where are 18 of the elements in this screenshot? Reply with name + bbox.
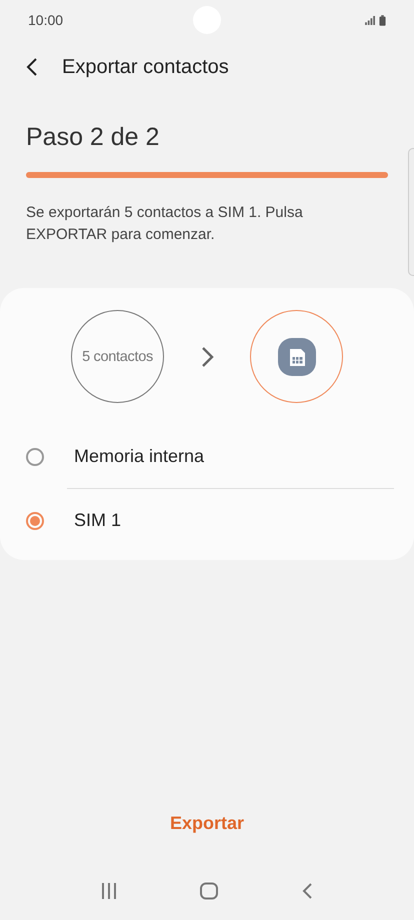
chevron-right-icon bbox=[200, 346, 214, 368]
page-title: Exportar contactos bbox=[62, 56, 229, 78]
radio-button[interactable] bbox=[26, 512, 44, 530]
recent-apps-icon[interactable] bbox=[101, 882, 117, 900]
sim-card-icon bbox=[278, 338, 316, 376]
description-text: Se exportarán 5 contactos a SIM 1. Pulsa EXPORTAR para comenzar. bbox=[26, 203, 304, 245]
status-time: 10:00 bbox=[28, 12, 64, 28]
signal-icon bbox=[365, 16, 376, 24]
back-icon[interactable] bbox=[26, 57, 38, 77]
step-title: Paso 2 de 2 bbox=[26, 122, 160, 152]
option-label: Memoria interna bbox=[74, 446, 204, 467]
export-button[interactable]: Exportar bbox=[160, 807, 254, 840]
battery-icon bbox=[379, 14, 386, 26]
home-icon[interactable] bbox=[199, 882, 219, 900]
source-circle: 5 contactos bbox=[71, 310, 164, 403]
back-nav-icon[interactable] bbox=[301, 882, 313, 900]
option-label: SIM 1 bbox=[74, 510, 122, 531]
radio-button[interactable] bbox=[26, 448, 44, 466]
